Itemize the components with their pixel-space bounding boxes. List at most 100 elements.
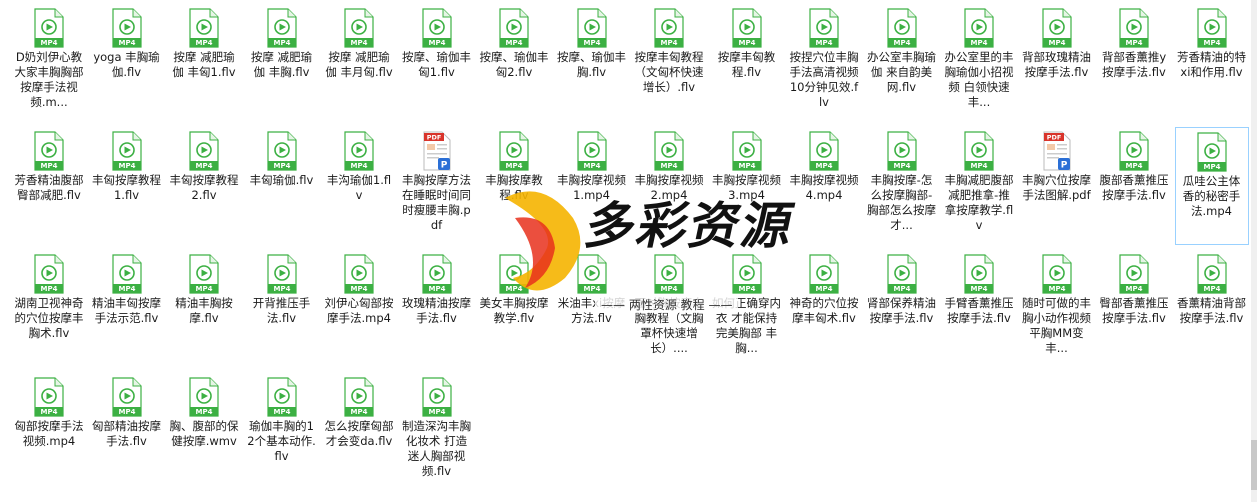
file-item[interactable]: MP4 米油丰xi按摩方法.flv	[555, 250, 629, 368]
file-item[interactable]: MP4 yoga 丰胸瑜伽.flv	[90, 4, 164, 122]
file-name: 按摩 减肥瑜伽 丰胸.flv	[250, 50, 313, 79]
file-item[interactable]: MP4 手臂香薰推压按摩手法.flv	[942, 250, 1016, 368]
svg-text:MP4: MP4	[1126, 285, 1143, 293]
file-item[interactable]: MP4 胸、腹部的保健按摩.wmv	[167, 373, 241, 491]
video-file-icon: MP4	[809, 131, 839, 171]
file-item[interactable]: MP4 按摩、瑜伽丰胸.flv	[555, 4, 629, 122]
svg-text:MP4: MP4	[506, 39, 523, 47]
file-item[interactable]: MP4 丰匈瑜伽.flv	[245, 127, 319, 245]
svg-text:MP4: MP4	[661, 285, 678, 293]
file-name: 丰匈瑜伽.flv	[249, 173, 314, 187]
file-name: 芳香精油的特xi和作用.flv	[1177, 50, 1246, 79]
file-name: 怎么按摩匈部才会变da.flv	[324, 419, 394, 448]
file-item[interactable]: MP4 瑜伽丰胸的12个基本动作.flv	[245, 373, 319, 491]
svg-text:MP4: MP4	[196, 162, 213, 170]
file-item[interactable]: MP4 腹部香薰推压按摩手法.flv	[1097, 127, 1171, 245]
svg-text:MP4: MP4	[738, 285, 755, 293]
svg-text:MP4: MP4	[196, 39, 213, 47]
video-file-icon: MP4	[654, 254, 684, 294]
file-item[interactable]: MP4 按摩 减肥瑜伽 丰胸.flv	[245, 4, 319, 122]
file-item[interactable]: MP4 按摩 减肥瑜伽 丰月匈.flv	[322, 4, 396, 122]
file-item[interactable]: MP4 丰胸按摩视频3.mp4	[710, 127, 784, 245]
file-item[interactable]: MP4 湖南卫视神奇的穴位按摩丰胸术.flv	[12, 250, 86, 368]
file-item[interactable]: MP4 背部玫瑰精油按摩手法.flv	[1020, 4, 1094, 122]
svg-text:MP4: MP4	[41, 162, 58, 170]
file-item[interactable]: MP4 如何正确穿内衣 才能保持完美胸部 丰胸...	[710, 250, 784, 368]
video-file-icon: MP4	[576, 8, 607, 48]
file-name: 按摩、瑜伽丰匈2.flv	[479, 50, 549, 79]
pdf-file-icon: PDF P	[423, 131, 450, 171]
file-item[interactable]: MP4 办公室丰胸瑜伽 来自韵美网.flv	[865, 4, 939, 122]
file-item[interactable]: MP4 丰胸按摩-怎么按摩胸部-胸部怎么按摩才...	[865, 127, 939, 245]
video-file-icon: MP4	[886, 8, 917, 48]
video-file-icon: MP4	[1119, 254, 1149, 294]
file-item[interactable]: MP4 按摩丰匈教程.flv	[710, 4, 784, 122]
file-item[interactable]: MP4 精油丰匈按摩手法示范.flv	[90, 250, 164, 368]
video-file-icon: MP4	[1196, 8, 1227, 48]
file-item[interactable]: MP4 美女丰胸按摩教学.flv	[477, 250, 551, 368]
video-file-icon: MP4	[1041, 8, 1072, 48]
vertical-scrollbar[interactable]	[1251, 0, 1257, 502]
svg-text:MP4: MP4	[118, 408, 135, 416]
file-name: 丰胸按摩视频2.mp4	[634, 173, 704, 202]
file-item[interactable]: MP4 臀部香薰推压按摩手法.flv	[1097, 250, 1171, 368]
file-item[interactable]: MP4 芳香精油的特xi和作用.flv	[1175, 4, 1249, 122]
svg-text:P: P	[440, 161, 447, 171]
file-item[interactable]: MP4 匈部精油按摩手法.flv	[90, 373, 164, 491]
svg-text:MP4: MP4	[506, 285, 523, 293]
file-name: 湖南卫视神奇的穴位按摩丰胸术.flv	[14, 296, 84, 340]
file-item[interactable]: MP4 制造深沟丰胸化妆术 打造迷人胸部视频.flv	[400, 373, 474, 491]
file-item[interactable]: MP4 芳香精油腹部臀部减肥.flv	[12, 127, 86, 245]
svg-text:MP4: MP4	[583, 285, 600, 293]
file-item[interactable]: MP4 按捏穴位丰胸手法高清视频 10分钟见效.flv	[787, 4, 861, 122]
file-item[interactable]: MP4 丰胸按摩视频4.mp4	[787, 127, 861, 245]
file-item[interactable]: MP4 玫瑰精油按摩手法.flv	[400, 250, 474, 368]
file-item[interactable]: MP4 刘伊心匈部按摩手法.mp4	[322, 250, 396, 368]
video-file-icon: MP4	[344, 131, 374, 171]
file-item[interactable]: MP4 背部香薰推y按摩手法.flv	[1097, 4, 1171, 122]
file-item[interactable]: MP4 办公室里的丰胸瑜伽小招视频 白领快速丰...	[942, 4, 1016, 122]
svg-text:P: P	[1060, 161, 1067, 171]
file-item[interactable]: MP4 按摩丰匈教程（文匈杯快速增长）.flv	[632, 4, 706, 122]
video-file-icon: MP4	[654, 131, 684, 171]
video-file-icon: MP4	[964, 8, 994, 48]
file-item[interactable]: MP4 丰匈按摩教程1.flv	[90, 127, 164, 245]
scrollbar-thumb[interactable]	[1251, 440, 1257, 490]
video-file-icon: MP4	[266, 377, 297, 417]
file-item[interactable]: MP4 面对胸按摩丰胸教程（文胸罩杯快速增长）....	[632, 250, 706, 368]
video-file-icon: MP4	[111, 254, 142, 294]
file-name: 按捏穴位丰胸手法高清视频 10分钟见效.flv	[789, 50, 859, 109]
file-item[interactable]: MP4 随时可做的丰胸小动作视频 平胸MM变丰...	[1020, 250, 1094, 368]
file-name: 办公室丰胸瑜伽 来自韵美网.flv	[867, 50, 936, 94]
file-item[interactable]: MP4 丰匈按摩教程2.flv	[167, 127, 241, 245]
file-item[interactable]: MP4 D奶刘伊心教大家丰胸胸部按摩手法视频.m...	[12, 4, 86, 122]
svg-text:MP4: MP4	[428, 39, 445, 47]
file-item[interactable]: PDF P 丰胸按摩方法 在睡眠时间同时瘦腰丰胸.pdf	[400, 127, 474, 245]
svg-text:MP4: MP4	[428, 285, 445, 293]
svg-text:MP4: MP4	[893, 162, 910, 170]
file-item[interactable]: MP4 神奇的穴位按摩丰匈术.flv	[787, 250, 861, 368]
file-item[interactable]: MP4 精油丰胸按摩.flv	[167, 250, 241, 368]
svg-text:MP4: MP4	[1048, 285, 1065, 293]
file-item[interactable]: MP4 肾部保养精油按摩手法.flv	[865, 250, 939, 368]
file-item[interactable]: MP4 按摩、瑜伽丰匈1.flv	[400, 4, 474, 122]
file-item[interactable]: MP4 丰胸按摩视频2.mp4	[632, 127, 706, 245]
file-item[interactable]: MP4 怎么按摩匈部才会变da.flv	[322, 373, 396, 491]
file-item[interactable]: MP4 丰沟瑜伽1.flv	[322, 127, 396, 245]
file-item[interactable]: MP4 按摩 减肥瑜伽 丰匈1.flv	[167, 4, 241, 122]
video-file-icon: MP4	[34, 8, 64, 48]
file-item[interactable]: MP4 匈部按摩手法视频.mp4	[12, 373, 86, 491]
file-item[interactable]: MP4 丰胸按摩视频1.mp4	[555, 127, 629, 245]
file-item[interactable]: MP4 开背推压手法.flv	[245, 250, 319, 368]
file-item[interactable]: MP4 香薰精油背部按摩手法.flv	[1175, 250, 1249, 368]
file-item[interactable]: MP4 丰胸按摩教程.flv	[477, 127, 551, 245]
video-file-icon: MP4	[731, 8, 762, 48]
file-name: 胸、腹部的保健按摩.wmv	[169, 419, 239, 448]
file-item[interactable]: PDF P 丰胸穴位按摩手法图解.pdf	[1020, 127, 1094, 245]
file-item[interactable]: MP4 瓜哇公主体香的秘密手法.mp4	[1174, 127, 1249, 245]
file-item[interactable]: MP4 丰胸减肥腹部减肥推拿-推拿按摩教学.flv	[942, 127, 1016, 245]
file-name: 开背推压手法.flv	[252, 296, 311, 325]
file-name: 丰胸按摩-怎么按摩胸部-胸部怎么按摩才...	[867, 173, 936, 232]
file-item[interactable]: MP4 按摩、瑜伽丰匈2.flv	[477, 4, 551, 122]
file-name: 丰匈按摩教程2.flv	[169, 173, 239, 202]
